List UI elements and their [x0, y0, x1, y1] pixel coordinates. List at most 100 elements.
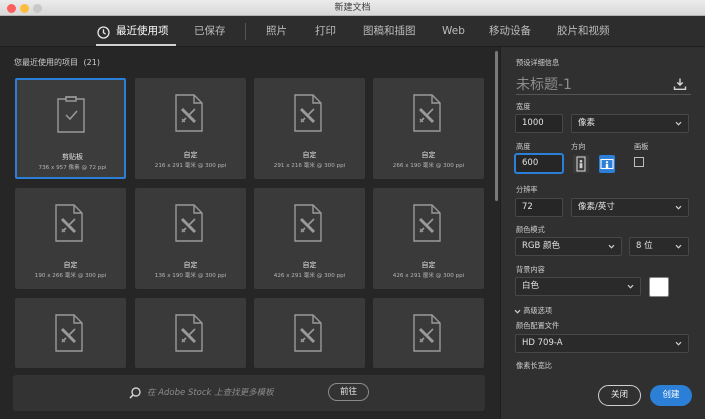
- tab-photo[interactable]: 照片: [266, 16, 287, 47]
- preset-card-dimensions: 190 x 266 毫米 @ 300 ppi: [34, 273, 107, 279]
- advanced-options-toggle[interactable]: 高级选项: [514, 306, 552, 316]
- preset-card-name: 自定: [183, 261, 198, 269]
- preset-card-name: 自定: [63, 261, 78, 269]
- preset-card-dimensions: 736 x 957 像素 @ 72 ppi: [38, 165, 107, 171]
- height-input[interactable]: 600: [515, 154, 563, 173]
- resolution-label: 分辨率: [516, 185, 538, 194]
- preset-card[interactable]: 剪贴板 736 x 957 像素 @ 72 ppi: [15, 78, 126, 179]
- portrait-orientation-button[interactable]: [573, 155, 589, 173]
- width-input[interactable]: 1000: [515, 114, 563, 133]
- go-button[interactable]: 前往: [328, 383, 369, 401]
- resolution-input[interactable]: 72: [515, 198, 563, 217]
- custom-doc-icon: [173, 314, 205, 352]
- preset-card[interactable]: [15, 298, 126, 368]
- bit-depth-select[interactable]: 8 位: [629, 237, 689, 256]
- stock-search-input[interactable]: 在 Adobe Stock 上查找更多模板: [147, 386, 274, 398]
- custom-doc-icon: [411, 204, 443, 242]
- preset-card-name: 自定: [183, 151, 198, 159]
- artboard-checkbox[interactable]: [634, 157, 644, 167]
- background-select[interactable]: 白色: [515, 277, 641, 296]
- preset-card-dimensions: 216 x 291 毫米 @ 300 ppi: [154, 163, 227, 169]
- preset-card-name: 自定: [302, 151, 317, 159]
- chevron-down-icon: [675, 205, 682, 210]
- preset-card[interactable]: 自定 266 x 190 毫米 @ 300 ppi: [373, 78, 484, 179]
- preset-card-name: 自定: [302, 261, 317, 269]
- width-unit-value: 像素: [578, 118, 596, 128]
- custom-doc-icon: [292, 94, 324, 132]
- tab-saved[interactable]: 已保存: [194, 16, 226, 47]
- close-button[interactable]: 关闭: [598, 385, 641, 406]
- recent-heading-label: 您最近使用的项目: [14, 58, 78, 67]
- preset-card-dimensions: 266 x 190 毫米 @ 300 ppi: [392, 163, 465, 169]
- custom-doc-icon: [53, 314, 85, 352]
- background-label: 背景内容: [516, 265, 545, 274]
- preset-card-name: 自定: [421, 151, 436, 159]
- scrollbar-thumb[interactable]: [495, 51, 498, 201]
- preset-card[interactable]: 自定 136 x 190 毫米 @ 300 ppi: [135, 188, 246, 289]
- preset-card-dimensions: 291 x 216 毫米 @ 300 ppi: [273, 163, 346, 169]
- tab-web[interactable]: Web: [442, 16, 465, 47]
- preset-card-dimensions: 426 x 291 厘米 @ 300 ppi: [392, 273, 465, 279]
- color-mode-value: RGB 颜色: [522, 241, 561, 251]
- preset-details-panel: 预设详细信息 未标题-1 宽度 1000 像素 高度 方向 画板 600 分辨率…: [500, 47, 705, 419]
- color-mode-select[interactable]: RGB 颜色: [515, 237, 622, 256]
- recent-panel: 您最近使用的项目 (21) 剪贴板 736 x 957 像素 @ 72 ppi 自定…: [0, 47, 500, 419]
- clock-icon: [97, 24, 110, 39]
- chevron-down-icon: [514, 309, 521, 314]
- preset-card[interactable]: 自定 190 x 266 毫米 @ 300 ppi: [15, 188, 126, 289]
- background-color-swatch[interactable]: [649, 277, 669, 297]
- tab-recent[interactable]: 最近使用项: [116, 16, 169, 47]
- tab-print[interactable]: 打印: [315, 16, 336, 47]
- custom-doc-icon: [53, 204, 85, 242]
- chevron-down-icon: [675, 121, 682, 126]
- zoom-window-icon[interactable]: [33, 4, 42, 13]
- tab-bar: 最近使用项 已保存 照片 打印 图稿和插图 Web 移动设备 胶片和视频: [0, 16, 705, 47]
- new-document-dialog: 新建文档 最近使用项 已保存 照片 打印 图稿和插图 Web 移动设备 胶片和视…: [0, 0, 705, 419]
- color-mode-label: 颜色模式: [516, 225, 545, 234]
- recent-heading: 您最近使用的项目 (21): [14, 57, 100, 68]
- tab-art-illustration[interactable]: 图稿和插图: [363, 16, 416, 47]
- preset-card[interactable]: [254, 298, 365, 368]
- chevron-down-icon: [675, 244, 682, 249]
- preset-card[interactable]: 自定 426 x 291 毫米 @ 300 ppi: [254, 188, 365, 289]
- orientation-label: 方向: [571, 142, 586, 151]
- artboard-label: 画板: [634, 142, 649, 151]
- width-unit-select[interactable]: 像素: [571, 114, 689, 133]
- close-window-icon[interactable]: [7, 4, 16, 13]
- preset-card[interactable]: [373, 298, 484, 368]
- height-label: 高度: [516, 142, 531, 151]
- tab-film-video[interactable]: 胶片和视频: [557, 16, 610, 47]
- chevron-down-icon: [627, 284, 634, 289]
- background-value: 白色: [522, 281, 540, 291]
- tab-divider: [245, 23, 246, 40]
- custom-doc-icon: [173, 204, 205, 242]
- custom-doc-icon: [411, 314, 443, 352]
- resolution-unit-select[interactable]: 像素/英寸: [571, 198, 689, 217]
- title-divider: [516, 94, 691, 95]
- search-icon: [128, 385, 142, 399]
- color-profile-value: HD 709-A: [522, 338, 563, 348]
- preset-card-dimensions: 426 x 291 毫米 @ 300 ppi: [273, 273, 346, 279]
- color-profile-select[interactable]: HD 709-A: [515, 334, 689, 353]
- save-preset-icon[interactable]: [673, 76, 687, 90]
- preset-card[interactable]: 自定 426 x 291 厘米 @ 300 ppi: [373, 188, 484, 289]
- clipboard-doc-icon: [55, 96, 87, 134]
- preset-card[interactable]: 自定 291 x 216 毫米 @ 300 ppi: [254, 78, 365, 179]
- tab-mobile[interactable]: 移动设备: [489, 16, 531, 47]
- document-name-input[interactable]: 未标题-1: [516, 74, 572, 94]
- active-tab-indicator: [96, 44, 176, 46]
- preset-card-name: 自定: [421, 261, 436, 269]
- recent-count: (21): [83, 58, 100, 67]
- landscape-orientation-button[interactable]: [599, 155, 615, 173]
- chevron-down-icon: [675, 341, 682, 346]
- preset-card[interactable]: [135, 298, 246, 368]
- window-title: 新建文档: [334, 3, 371, 13]
- preset-card-dimensions: 136 x 190 毫米 @ 300 ppi: [154, 273, 227, 279]
- create-button[interactable]: 创建: [650, 385, 692, 406]
- preset-card[interactable]: 自定 216 x 291 毫米 @ 300 ppi: [135, 78, 246, 179]
- custom-doc-icon: [292, 314, 324, 352]
- title-bar: 新建文档: [0, 0, 705, 16]
- minimize-window-icon[interactable]: [20, 4, 29, 13]
- stock-search-bar: 在 Adobe Stock 上查找更多模板 前往: [13, 375, 485, 411]
- custom-doc-icon: [411, 94, 443, 132]
